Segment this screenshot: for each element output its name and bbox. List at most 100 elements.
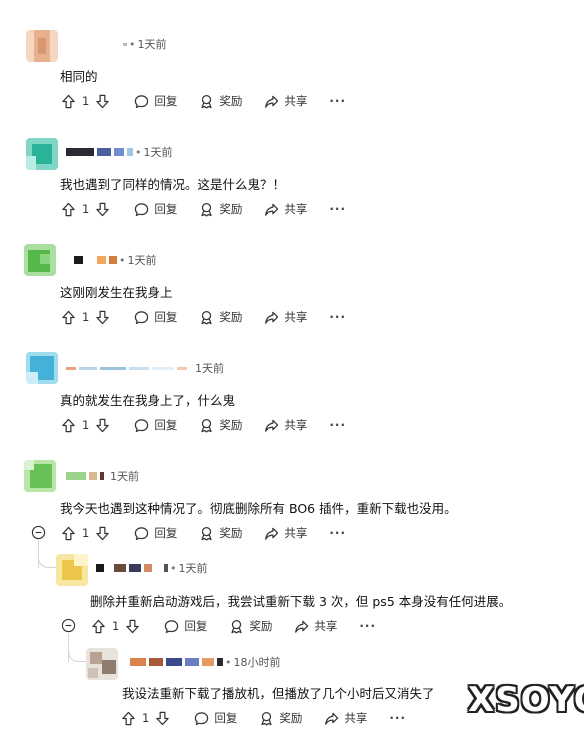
more-options-button[interactable]: ··· [359, 619, 376, 633]
separator-dot: • [119, 253, 126, 267]
reply-label: 回复 [154, 526, 178, 540]
avatar[interactable] [24, 460, 56, 492]
award-icon [199, 526, 214, 541]
share-button[interactable]: 共享 [324, 710, 367, 726]
upvote-icon[interactable] [61, 526, 76, 541]
more-options-button[interactable]: ··· [329, 310, 346, 324]
reply-button[interactable]: 回复 [134, 93, 177, 109]
timestamp: 18小时前 [233, 656, 281, 669]
collapse-thread-button[interactable] [31, 525, 46, 540]
reply-button[interactable]: 回复 [194, 710, 237, 726]
more-options-button[interactable]: ··· [389, 711, 406, 725]
share-button[interactable]: 共享 [294, 618, 337, 634]
vote-count: 1 [82, 94, 90, 108]
reply-button[interactable]: 回复 [134, 417, 177, 433]
vote-group: 1 [61, 418, 110, 433]
comment-header: • 1天前 [74, 250, 157, 270]
username-redacted[interactable] [130, 657, 223, 667]
award-label: 奖励 [219, 310, 243, 324]
downvote-icon[interactable] [95, 526, 110, 541]
vote-count: 1 [142, 711, 150, 725]
username-redacted[interactable] [66, 471, 104, 481]
username-redacted[interactable] [66, 147, 133, 157]
reply-button[interactable]: 回复 [164, 618, 207, 634]
award-button[interactable]: 奖励 [199, 417, 242, 433]
share-button[interactable]: 共享 [264, 93, 307, 109]
share-label: 共享 [284, 526, 308, 540]
downvote-icon[interactable] [125, 619, 140, 634]
comment-bubble-icon [164, 619, 179, 634]
comment-header: • 1天前 [68, 34, 167, 54]
upvote-icon[interactable] [61, 94, 76, 109]
share-button[interactable]: 共享 [264, 201, 307, 217]
downvote-icon[interactable] [95, 94, 110, 109]
avatar[interactable] [26, 30, 58, 62]
username-redacted[interactable] [74, 255, 117, 265]
comment-actions: 1 回复 奖励 共享 ··· [61, 91, 346, 111]
avatar[interactable] [56, 554, 88, 586]
reply-button[interactable]: 回复 [134, 201, 177, 217]
upvote-icon[interactable] [91, 619, 106, 634]
award-button[interactable]: 奖励 [199, 525, 242, 541]
award-button[interactable]: 奖励 [199, 201, 242, 217]
reply-label: 回复 [154, 94, 178, 108]
username-redacted[interactable] [68, 39, 127, 49]
avatar[interactable] [26, 352, 58, 384]
more-options-button[interactable]: ··· [329, 418, 346, 432]
comment-text: 这刚刚发生在我身上 [60, 285, 173, 300]
share-label: 共享 [284, 94, 308, 108]
timestamp: 1天前 [137, 38, 167, 51]
comment-bubble-icon [134, 202, 149, 217]
comment-actions: 1 回复 奖励 共享 ··· [61, 415, 346, 435]
comment-text: 删除并重新启动游戏后，我尝试重新下载 3 次，但 ps5 本身没有任何进展。 [90, 594, 512, 609]
comment-text: 我设法重新下载了播放机，但播放了几个小时后又消失了 [122, 686, 435, 701]
downvote-icon[interactable] [155, 711, 170, 726]
reply-button[interactable]: 回复 [134, 525, 177, 541]
downvote-icon[interactable] [95, 418, 110, 433]
avatar[interactable] [26, 138, 58, 170]
upvote-icon[interactable] [61, 202, 76, 217]
share-arrow-icon [324, 711, 339, 726]
award-button[interactable]: 奖励 [199, 309, 242, 325]
comment-text: 相同的 [60, 69, 98, 84]
share-label: 共享 [284, 418, 308, 432]
award-button[interactable]: 奖励 [259, 710, 302, 726]
separator-dot: • [225, 655, 232, 669]
comment-text: 真的就发生在我身上了，什么鬼 [60, 393, 236, 408]
share-arrow-icon [294, 619, 309, 634]
more-options-button[interactable]: ··· [329, 94, 346, 108]
more-options-button[interactable]: ··· [329, 526, 346, 540]
comment-bubble-icon [134, 418, 149, 433]
award-label: 奖励 [219, 202, 243, 216]
downvote-icon[interactable] [95, 202, 110, 217]
reply-label: 回复 [154, 310, 178, 324]
upvote-icon[interactable] [61, 310, 76, 325]
vote-count: 1 [82, 526, 90, 540]
award-icon [199, 94, 214, 109]
share-button[interactable]: 共享 [264, 309, 307, 325]
thread-curve [68, 642, 86, 662]
vote-group: 1 [121, 711, 170, 726]
comment-header: • 1天前 [96, 558, 208, 578]
reply-label: 回复 [184, 619, 208, 633]
separator-dot: • [135, 145, 142, 159]
username-redacted[interactable] [96, 563, 168, 573]
upvote-icon[interactable] [121, 711, 136, 726]
avatar[interactable] [24, 244, 56, 276]
upvote-icon[interactable] [61, 418, 76, 433]
share-arrow-icon [264, 310, 279, 325]
timestamp: 1天前 [178, 562, 208, 575]
more-options-button[interactable]: ··· [329, 202, 346, 216]
reply-button[interactable]: 回复 [134, 309, 177, 325]
vote-count: 1 [82, 418, 90, 432]
award-button[interactable]: 奖励 [229, 618, 272, 634]
username-redacted[interactable] [66, 363, 187, 373]
share-button[interactable]: 共享 [264, 417, 307, 433]
downvote-icon[interactable] [95, 310, 110, 325]
share-label: 共享 [284, 202, 308, 216]
collapse-thread-button[interactable] [61, 618, 76, 633]
avatar[interactable] [86, 648, 118, 680]
award-button[interactable]: 奖励 [199, 93, 242, 109]
watermark-logo: XSOYO [468, 680, 584, 720]
share-button[interactable]: 共享 [264, 525, 307, 541]
